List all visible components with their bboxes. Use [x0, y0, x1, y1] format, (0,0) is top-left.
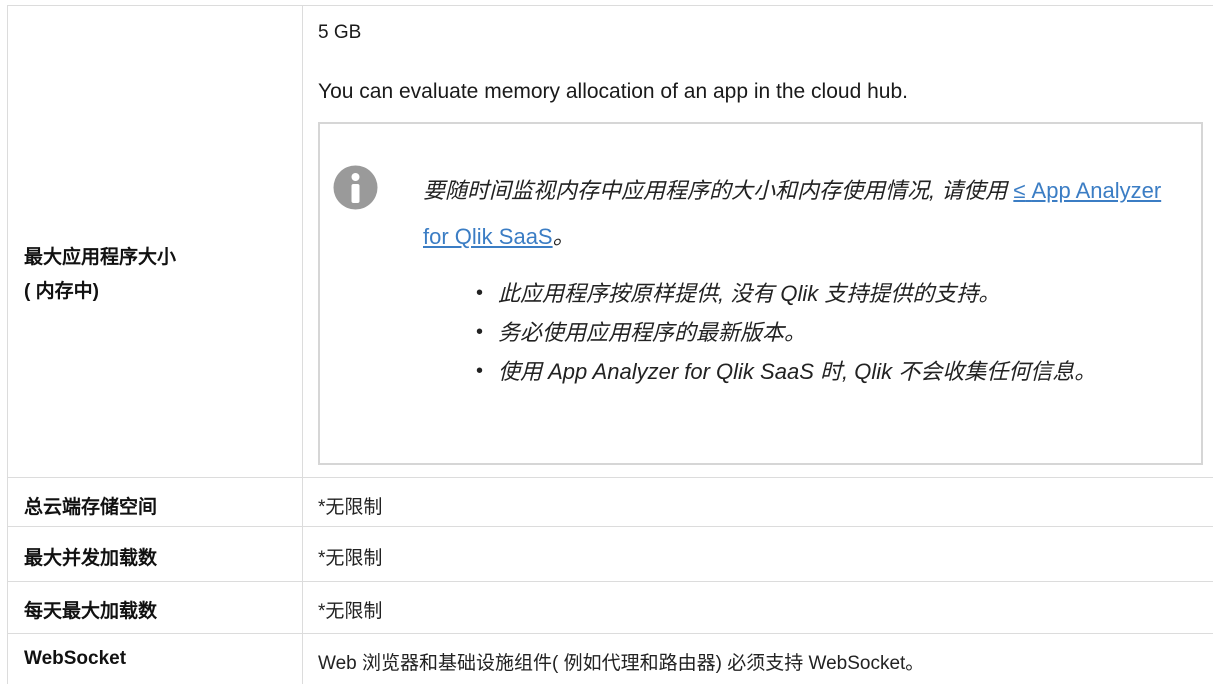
note-text-prefix: 要随时间监视内存中应用程序的大小和内存使用情况, 请使用	[423, 178, 1014, 203]
row-label-max-daily-loads: 每天最大加载数	[24, 601, 158, 622]
link-symbol: ≤	[1013, 178, 1026, 203]
list-item: 使用 App Analyzer for Qlik SaaS 时, Qlik 不会…	[476, 352, 1176, 391]
info-icon	[333, 165, 378, 210]
row-value-size: 5 GB	[318, 22, 362, 43]
row-value-max-concurrent-loads: *无限制	[318, 548, 383, 569]
row-divider	[7, 633, 1213, 634]
note-text-suffix: 。	[552, 224, 575, 249]
row-label-websocket: WebSocket	[24, 648, 127, 669]
row-value-websocket: Web 浏览器和基础设施组件( 例如代理和路由器) 必须支持 WebSocket…	[318, 653, 925, 674]
left-border	[7, 5, 8, 684]
row-divider	[7, 581, 1213, 582]
column-divider	[302, 5, 303, 684]
row-label-line: 最大应用程序大小	[24, 247, 177, 268]
note-text: 要随时间监视内存中应用程序的大小和内存使用情况, 请使用 ≤ App Analy…	[423, 168, 1163, 260]
row-value-total-storage: *无限制	[318, 497, 383, 518]
row-label-line: ( 内存中)	[24, 281, 99, 302]
note-bullet-list: 此应用程序按原样提供, 没有 Qlik 支持提供的支持。 务必使用应用程序的最新…	[476, 274, 1176, 391]
row-divider	[7, 526, 1213, 527]
requirements-table: 最大应用程序大小 ( 内存中) 5 GB You can evaluate me…	[0, 0, 1213, 684]
row-label-max-concurrent-loads: 最大并发加载数	[24, 548, 158, 569]
list-item: 务必使用应用程序的最新版本。	[476, 313, 1176, 352]
list-item: 此应用程序按原样提供, 没有 Qlik 支持提供的支持。	[476, 274, 1176, 313]
row-value-max-daily-loads: *无限制	[318, 601, 383, 622]
row-divider	[7, 5, 1213, 6]
row-description: You can evaluate memory allocation of an…	[318, 80, 908, 103]
row-label-total-storage: 总云端存储空间	[24, 497, 158, 518]
row-divider	[7, 477, 1213, 478]
row-label-max-app-size: 最大应用程序大小 ( 内存中)	[24, 241, 176, 309]
